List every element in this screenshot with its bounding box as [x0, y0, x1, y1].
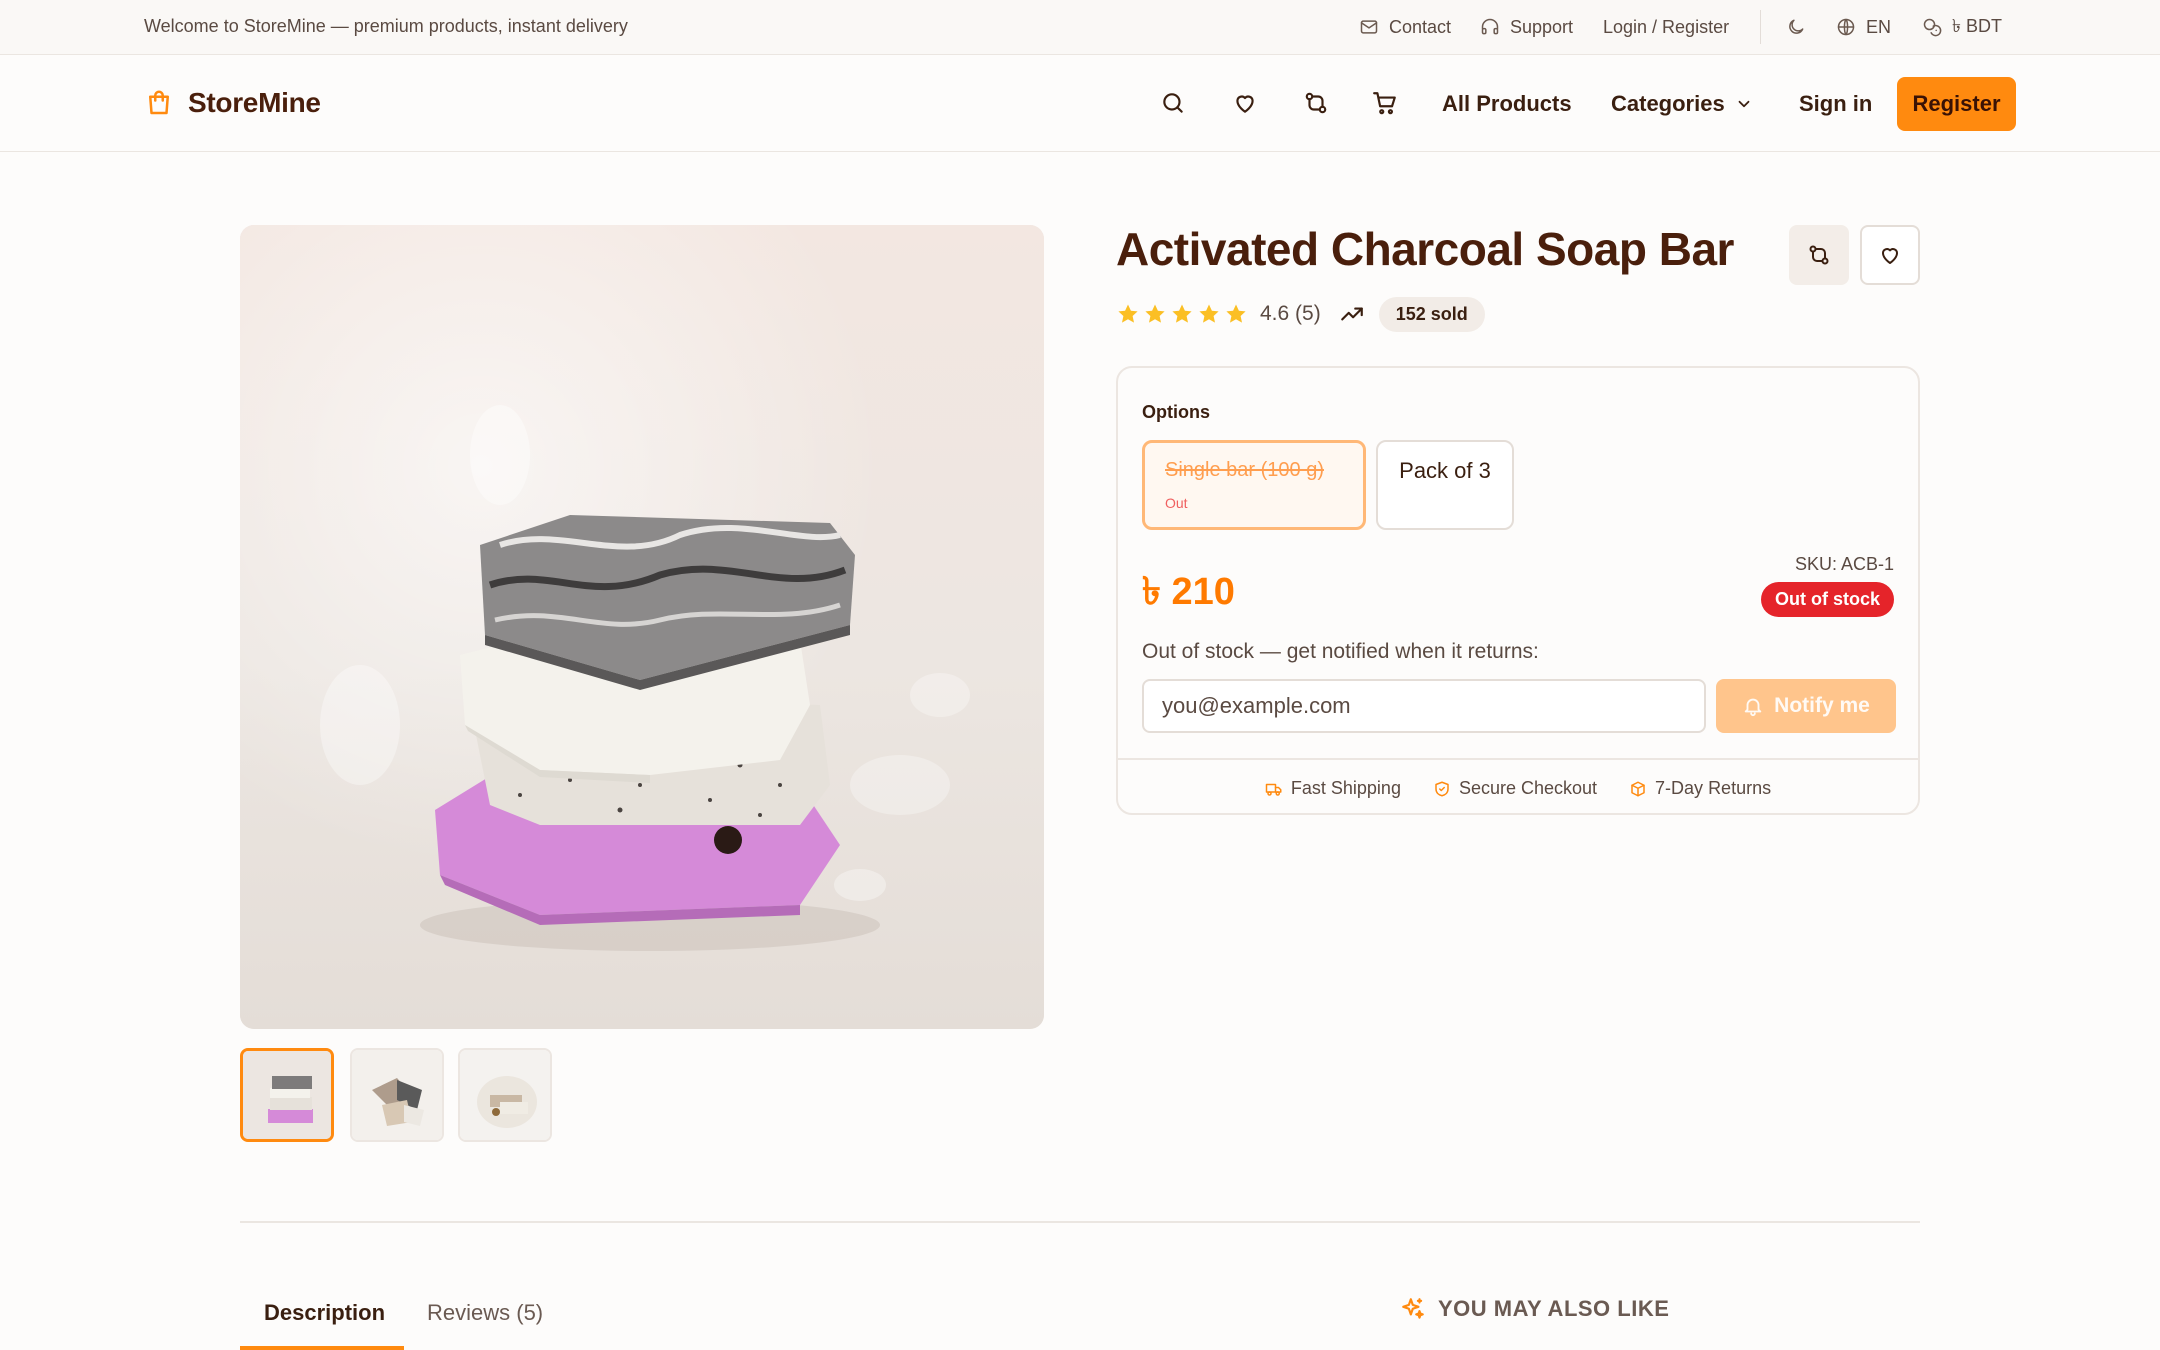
chevron-down-icon — [1735, 95, 1753, 113]
sold-count-badge: 152 sold — [1378, 296, 1485, 332]
star-icon — [1197, 302, 1221, 326]
notify-message: Out of stock — get notified when it retu… — [1142, 640, 1539, 663]
currency-selector[interactable]: ৳ BDT — [1922, 14, 2002, 40]
currency-icon — [1922, 17, 1942, 37]
sign-in-link[interactable]: Sign in — [1799, 91, 1872, 117]
currency-label: ৳ BDT — [1952, 15, 2002, 36]
notify-me-button[interactable]: Notify me — [1716, 679, 1896, 733]
active-tab-indicator — [240, 1346, 404, 1350]
purchase-card: Options Single bar (100 g) Out Pack of 3… — [1116, 366, 1920, 815]
option-pack-of-3[interactable]: Pack of 3 — [1376, 440, 1514, 530]
truck-icon — [1265, 780, 1283, 798]
thumbnail-3[interactable] — [458, 1048, 552, 1142]
categories-label: Categories — [1611, 91, 1725, 116]
support-link[interactable]: Support — [1480, 14, 1573, 40]
box-icon — [1629, 780, 1647, 798]
star-rating — [1116, 302, 1248, 326]
contact-label: Contact — [1389, 16, 1452, 37]
feature-secure-checkout: Secure Checkout — [1433, 778, 1597, 799]
shield-icon — [1433, 780, 1451, 798]
nav-categories[interactable]: Categories — [1611, 91, 1753, 117]
sku-label: SKU: ACB-1 — [1794, 554, 1894, 574]
nav-all-products[interactable]: All Products — [1442, 91, 1572, 117]
option-name: Pack of 3 — [1399, 458, 1491, 483]
heart-icon — [1878, 243, 1902, 267]
compare-button[interactable] — [1300, 87, 1332, 119]
option-status: Out — [1165, 495, 1188, 511]
rating-row: 4.6 (5) 152 sold — [1116, 296, 1485, 332]
related-products-heading: YOU MAY ALSO LIKE — [1400, 1296, 1669, 1322]
thumbnail-1[interactable] — [240, 1048, 334, 1142]
trust-features: Fast Shipping Secure Checkout 7-Day Retu… — [1118, 758, 1918, 813]
add-to-wishlist-button[interactable] — [1860, 225, 1920, 285]
contact-link[interactable]: Contact — [1359, 14, 1451, 40]
stock-status-badge: Out of stock — [1760, 582, 1894, 617]
language-selector[interactable]: EN — [1836, 14, 1891, 40]
options-label: Options — [1142, 402, 1210, 422]
star-icon — [1116, 302, 1140, 326]
related-heading-label: YOU MAY ALSO LIKE — [1438, 1296, 1670, 1321]
trending-up-icon — [1339, 301, 1365, 327]
language-label: EN — [1866, 16, 1892, 37]
topbar-divider — [1760, 10, 1761, 44]
rating-value: 4.6 (5) — [1260, 302, 1321, 325]
option-name: Single bar (100 g) — [1165, 459, 1324, 481]
feature-returns: 7-Day Returns — [1629, 778, 1771, 799]
search-button[interactable] — [1157, 87, 1189, 119]
heart-icon — [1232, 90, 1258, 116]
login-register-link[interactable]: Login / Register — [1603, 14, 1729, 40]
welcome-message: Welcome to StoreMine — premium products,… — [144, 16, 628, 36]
register-button[interactable]: Register — [1897, 77, 2016, 131]
mail-icon — [1359, 17, 1379, 37]
theme-toggle[interactable] — [1786, 14, 1806, 40]
star-icon — [1143, 302, 1167, 326]
headphones-icon — [1480, 17, 1500, 37]
wishlist-button[interactable] — [1229, 87, 1261, 119]
feature-label: Secure Checkout — [1458, 778, 1598, 798]
product-title: Activated Charcoal Soap Bar — [1116, 223, 1734, 275]
feature-label: 7-Day Returns — [1655, 778, 1772, 798]
feature-label: Fast Shipping — [1290, 778, 1401, 798]
cart-icon — [1372, 90, 1398, 116]
support-label: Support — [1510, 16, 1574, 37]
tab-description[interactable]: Description — [264, 1300, 385, 1326]
bell-icon — [1742, 695, 1764, 717]
tab-reviews[interactable]: Reviews (5) — [427, 1300, 543, 1326]
globe-icon — [1836, 17, 1856, 37]
thumbnail-2[interactable] — [350, 1048, 444, 1142]
option-single-bar[interactable]: Single bar (100 g) Out — [1142, 440, 1366, 530]
cart-button[interactable] — [1369, 87, 1401, 119]
sparkles-icon — [1400, 1296, 1426, 1322]
section-divider — [240, 1221, 1920, 1223]
compare-icon — [1807, 243, 1831, 267]
compare-icon — [1303, 90, 1329, 116]
product-price: ৳ 210 — [1142, 571, 1235, 613]
brand-name: StoreMine — [188, 87, 321, 118]
feature-fast-shipping: Fast Shipping — [1265, 778, 1401, 799]
product-main-image[interactable] — [240, 225, 1044, 1029]
star-icon — [1170, 302, 1194, 326]
moon-icon — [1786, 17, 1806, 37]
brand-logo[interactable]: StoreMine — [144, 87, 321, 119]
shopping-bag-icon — [144, 87, 174, 119]
email-input[interactable] — [1142, 679, 1706, 733]
compare-product-button[interactable] — [1789, 225, 1849, 285]
top-bar: Welcome to StoreMine — premium products,… — [0, 0, 2160, 55]
search-icon — [1160, 90, 1186, 116]
notify-label: Notify me — [1774, 694, 1870, 717]
star-icon — [1224, 302, 1248, 326]
main-header: StoreMine All Products Categories Sign i… — [0, 55, 2160, 152]
